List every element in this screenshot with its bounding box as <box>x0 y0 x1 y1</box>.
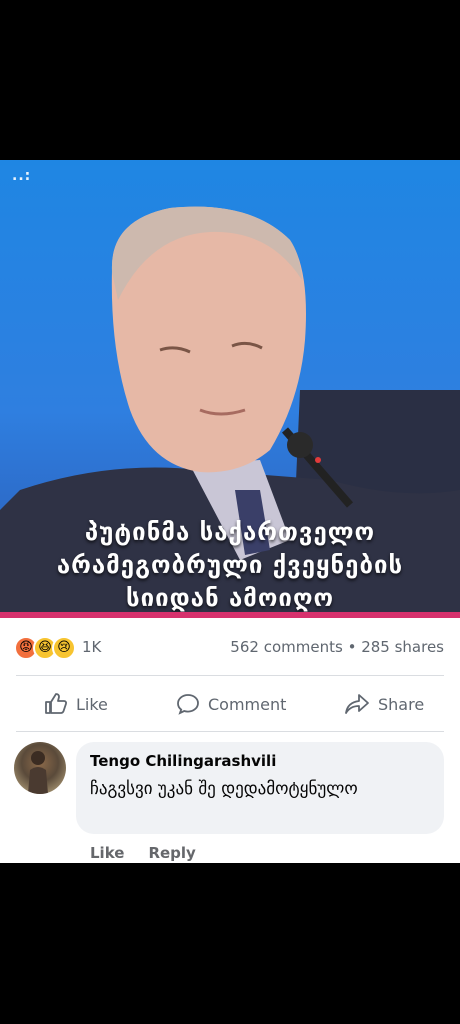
post-actions: Like Comment Share <box>0 682 460 726</box>
post-stats: 😡 😆 😢 1K 562 comments • 285 shares <box>0 630 460 666</box>
divider <box>16 675 444 676</box>
share-arrow-icon <box>345 694 369 714</box>
comments-shares-summary: 562 comments • 285 shares <box>230 638 444 656</box>
comments-count[interactable]: 562 comments <box>230 638 342 656</box>
facebook-post: ..: პუტინმა საქართველო არამეგობრული ქვეყ… <box>0 160 460 863</box>
comment-bubble: Tengo Chilingarashvili ჩაგვსვი უკან შე დ… <box>76 742 444 834</box>
avatar-person-icon <box>28 751 48 794</box>
comment-text: ჩაგვსვი უკან შე დედამოტყნულო <box>90 779 358 799</box>
comment-button[interactable]: Comment <box>176 688 286 720</box>
share-label: Share <box>378 694 425 714</box>
post-photo[interactable]: ..: პუტინმა საქართველო არამეგობრული ქვეყ… <box>0 160 460 618</box>
comment-reply-link[interactable]: Reply <box>148 844 195 862</box>
comment-actions: Like Reply <box>90 844 196 862</box>
like-label: Like <box>76 694 108 714</box>
separator-dot: • <box>347 638 357 656</box>
shares-count[interactable]: 285 shares <box>361 638 444 656</box>
reaction-icons[interactable]: 😡 😆 😢 <box>14 636 76 660</box>
comment-label: Comment <box>208 694 287 714</box>
watermark-text: ..: <box>12 168 32 184</box>
comment-author[interactable]: Tengo Chilingarashvili <box>90 752 276 770</box>
commenter-avatar[interactable] <box>14 742 66 794</box>
reaction-count[interactable]: 1K <box>82 638 101 656</box>
caption-line-2: არამეგობრული ქვეყნების <box>56 551 404 579</box>
like-button[interactable]: Like <box>44 688 108 720</box>
share-button[interactable]: Share <box>344 688 424 720</box>
photo-caption: პუტინმა საქართველო არამეგობრული ქვეყნები… <box>0 516 460 615</box>
comment-like-link[interactable]: Like <box>90 844 124 862</box>
comment-bubble-icon <box>177 694 199 715</box>
divider <box>16 731 444 732</box>
comment-item: Tengo Chilingarashvili ჩაგვსვი უკან შე დ… <box>0 740 460 864</box>
sad-reaction-icon: 😢 <box>52 636 76 660</box>
thumbs-up-icon <box>45 693 68 714</box>
caption-line-3: სიიდან ამოიღო <box>125 584 335 612</box>
photo-accent-bar <box>0 612 460 618</box>
caption-line-1: პუტინმა საქართველო <box>84 518 376 546</box>
